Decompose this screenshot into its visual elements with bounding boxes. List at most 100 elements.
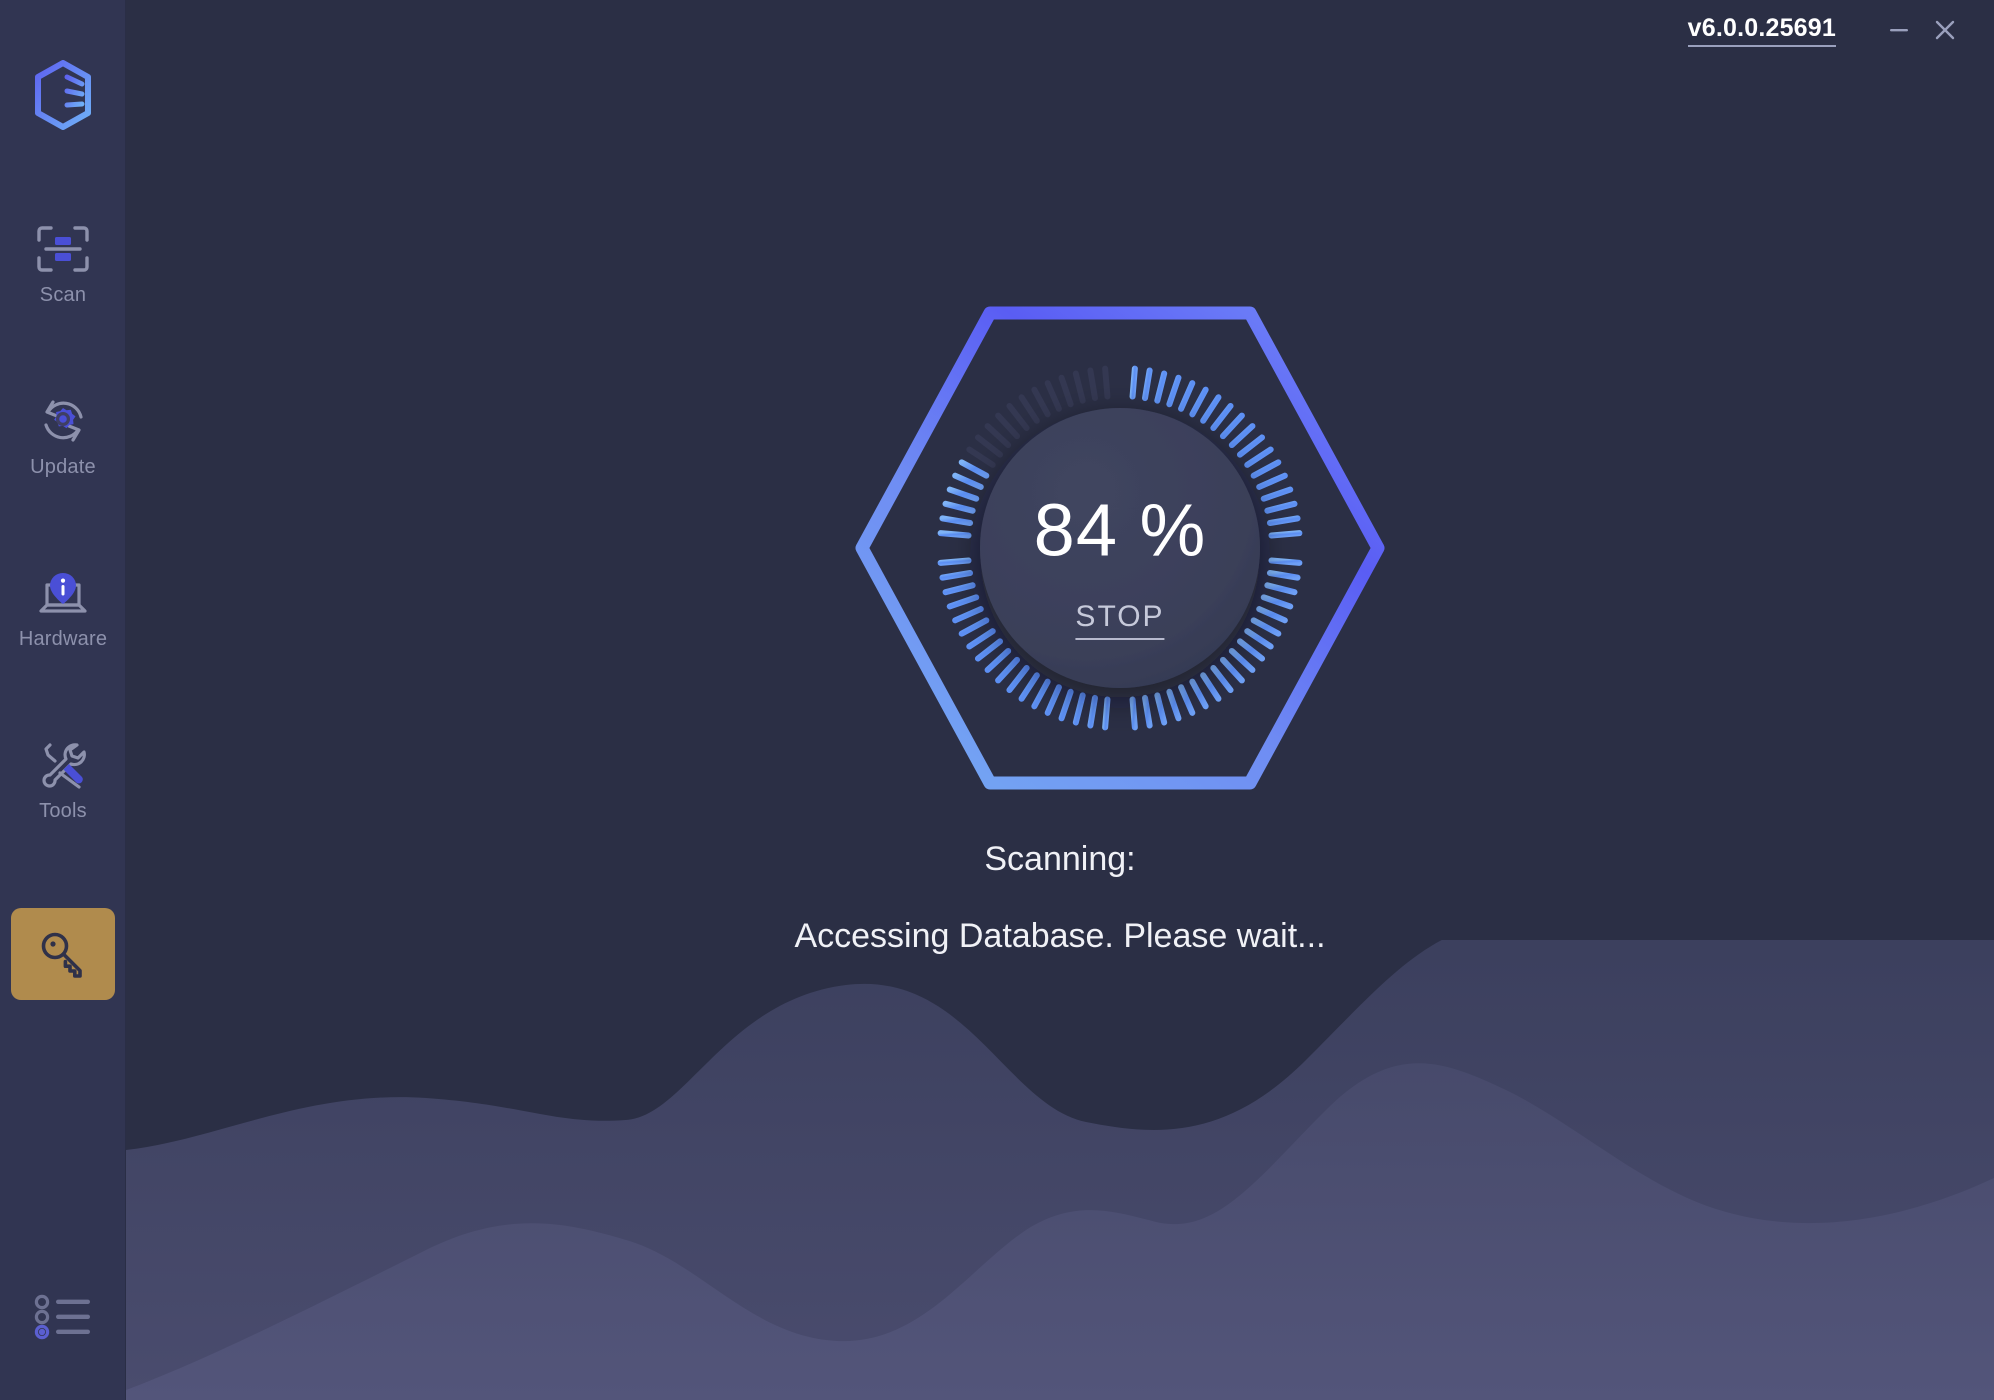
sidebar-item-update[interactable]: Update: [0, 392, 126, 502]
tick-filled: [1266, 515, 1301, 526]
tick-filled: [1219, 412, 1245, 440]
key-icon: [34, 925, 92, 983]
tick-filled: [1129, 696, 1138, 731]
tick-filled: [1129, 365, 1138, 400]
tick-filled: [1189, 386, 1209, 418]
tick-filled: [1178, 380, 1196, 412]
gauge-graphic: 84 % STOP: [810, 268, 1430, 828]
scan-status: Scanning: Accessing Database. Please wai…: [126, 840, 1994, 956]
hardware-icon: [34, 564, 92, 622]
scan-icon: [35, 220, 91, 278]
tick-filled: [1256, 472, 1288, 490]
tick-filled: [946, 486, 980, 502]
tick-filled: [939, 570, 974, 581]
tick-empty: [1072, 370, 1086, 404]
tick-filled: [1178, 684, 1196, 716]
tick-filled: [1210, 402, 1234, 432]
tick-filled: [1244, 628, 1274, 650]
update-icon: [35, 392, 91, 450]
tick-filled: [1250, 617, 1282, 637]
wave-layer-front: [126, 1063, 1994, 1400]
tick-filled: [974, 638, 1004, 662]
tick-filled: [1268, 557, 1303, 566]
sidebar-item-tools[interactable]: Tools: [0, 736, 126, 846]
tick-filled: [1250, 459, 1282, 479]
app-logo[interactable]: [0, 60, 126, 130]
tick-filled: [1189, 678, 1209, 710]
tick-dial: [937, 365, 1303, 731]
sidebar-nav: Scan Update Hardware Tools: [0, 220, 126, 1000]
tick-filled: [1219, 656, 1245, 684]
tick-filled: [952, 472, 984, 490]
tick-filled: [1264, 582, 1298, 596]
sidebar-bottom-menu[interactable]: [0, 1294, 126, 1340]
list-menu-icon: [34, 1294, 90, 1340]
tick-filled: [1268, 530, 1303, 539]
tick-filled: [1266, 570, 1301, 581]
tick-filled: [942, 582, 976, 596]
gauge-inner-disc: [980, 408, 1260, 688]
sidebar-item-hardware[interactable]: Hardware: [0, 564, 126, 674]
tick-filled: [966, 628, 996, 650]
tick-empty: [1018, 394, 1040, 424]
tick-filled: [1260, 486, 1294, 502]
tick-filled: [1210, 664, 1234, 694]
tick-empty: [966, 446, 996, 468]
tick-empty: [1087, 367, 1098, 402]
tick-filled: [1200, 394, 1222, 424]
background-wave-decoration: [126, 940, 1994, 1400]
close-icon: [1935, 20, 1955, 40]
tick-filled: [1236, 434, 1266, 458]
version-label[interactable]: v6.0.0.25691: [1687, 14, 1836, 47]
tick-filled: [939, 515, 974, 526]
close-button[interactable]: [1922, 7, 1968, 53]
tick-empty: [984, 423, 1012, 449]
minimize-button[interactable]: [1876, 7, 1922, 53]
tick-filled: [937, 530, 972, 539]
driver-booster-hexagon-logo-icon: [35, 60, 91, 130]
tick-filled: [1166, 374, 1182, 408]
scan-progress-gauge: 84 % STOP: [60, 0, 1994, 1400]
tick-filled: [1264, 500, 1298, 514]
tick-empty: [1058, 374, 1074, 408]
wave-svg: [126, 940, 1994, 1400]
tick-filled: [1154, 692, 1168, 726]
tick-filled: [1044, 684, 1062, 716]
tick-filled: [1244, 446, 1274, 468]
tick-filled: [1087, 694, 1098, 729]
sidebar-item-update-label: Update: [30, 456, 96, 478]
tick-filled: [1228, 423, 1256, 449]
tick-empty: [1006, 402, 1030, 432]
tick-filled: [937, 557, 972, 566]
tick-filled: [1260, 594, 1294, 610]
tick-empty: [1031, 386, 1051, 418]
window-titlebar: v6.0.0.25691: [1687, 0, 1994, 60]
sidebar-item-license-key[interactable]: [11, 908, 115, 1000]
tick-filled: [958, 617, 990, 637]
scan-status-title: Scanning:: [984, 840, 1136, 878]
tick-empty: [974, 434, 1004, 458]
tick-filled: [1256, 606, 1288, 624]
tick-empty: [995, 412, 1021, 440]
minimize-icon: [1890, 29, 1908, 32]
tick-empty: [1102, 365, 1111, 400]
scan-status-detail: Accessing Database. Please wait...: [794, 917, 1326, 955]
hexagon-ring: [855, 306, 1385, 790]
tick-filled: [1031, 678, 1051, 710]
tick-filled: [1058, 688, 1074, 722]
stop-scan-button[interactable]: STOP: [1075, 600, 1165, 640]
wave-layer-back: [126, 940, 1994, 1400]
tick-filled: [984, 647, 1012, 673]
sidebar-item-scan[interactable]: Scan: [0, 220, 126, 330]
app-window: Scan Update Hardware Tools v6.0.0.25691 …: [0, 0, 1994, 1400]
tick-filled: [1236, 638, 1266, 662]
tick-filled: [958, 459, 990, 479]
tick-filled: [952, 606, 984, 624]
tick-empty: [1044, 380, 1062, 412]
tick-filled: [1142, 694, 1153, 729]
tick-filled: [1166, 688, 1182, 722]
tick-filled: [1142, 367, 1153, 402]
scan-percent-value: 84 %: [1033, 488, 1207, 572]
tools-icon: [35, 736, 91, 794]
tick-filled: [1006, 664, 1030, 694]
